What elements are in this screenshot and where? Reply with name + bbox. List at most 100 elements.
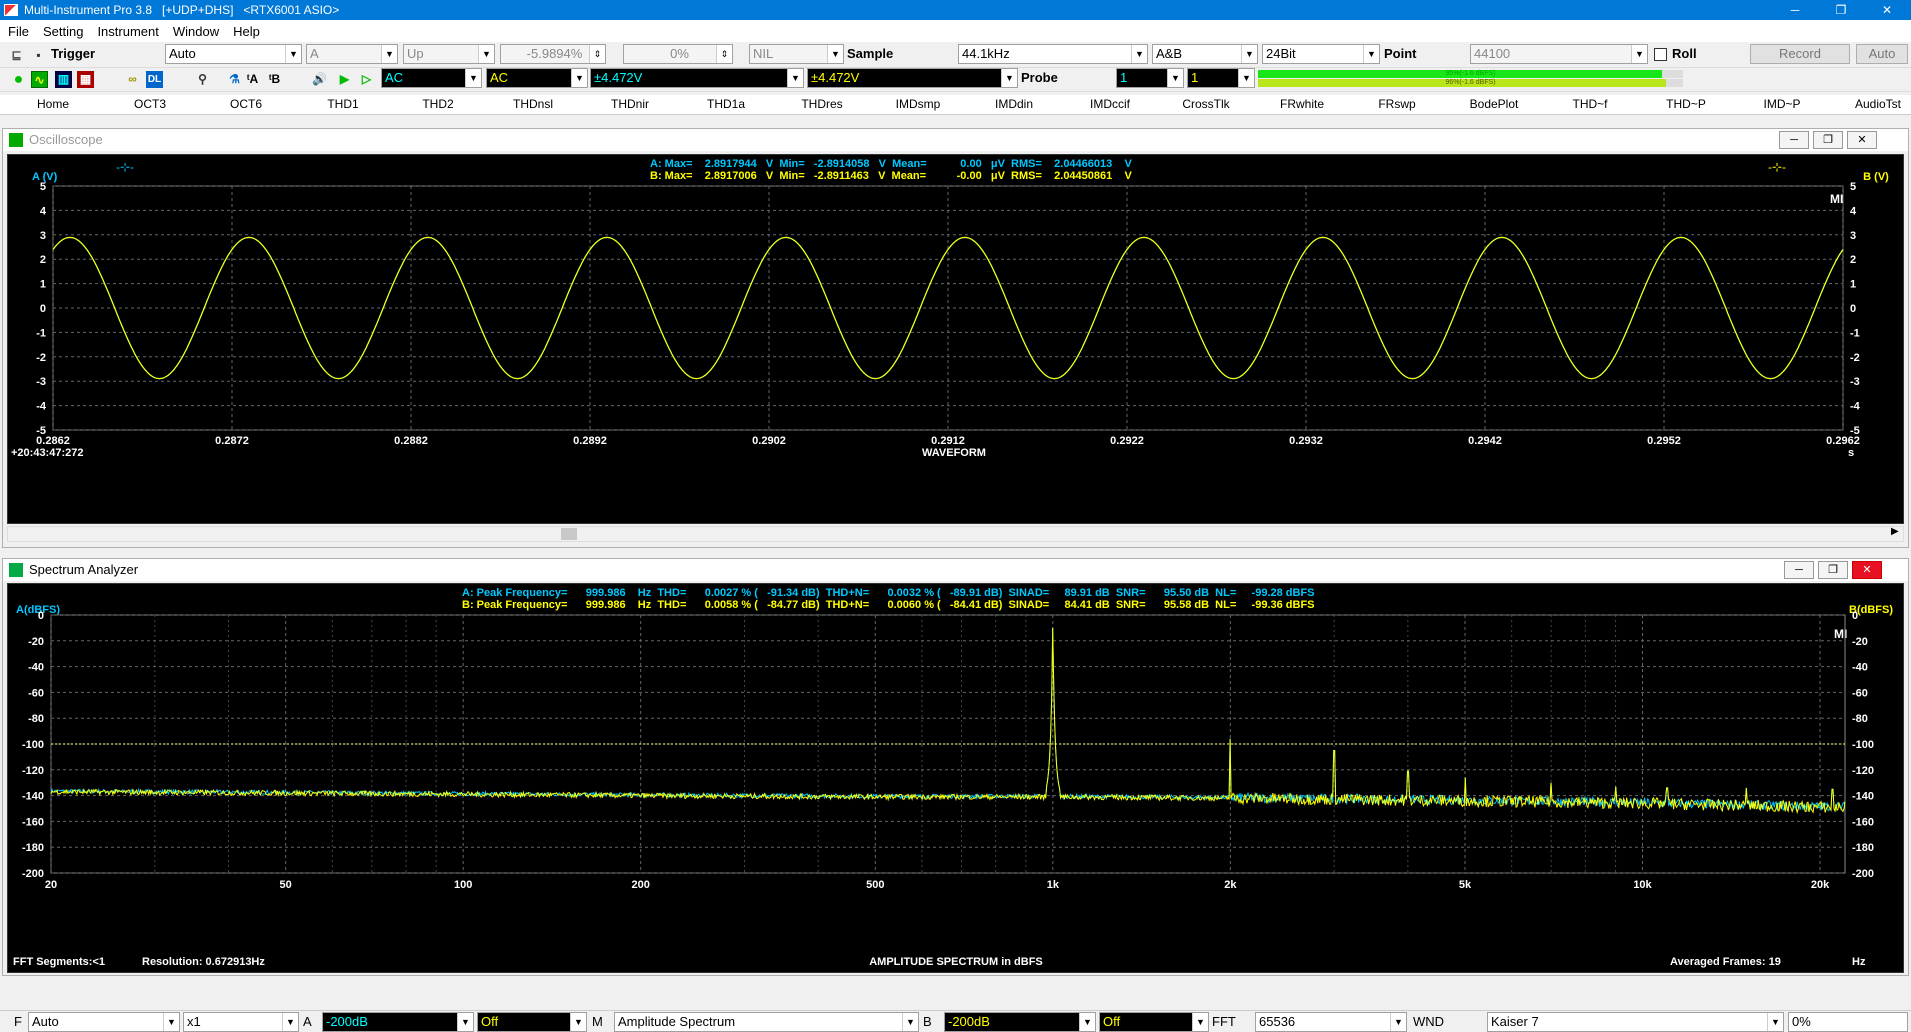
b-floor-select[interactable]: -200dB ▼ bbox=[944, 1012, 1096, 1032]
multimeter-icon[interactable]: ∞ bbox=[124, 71, 141, 88]
scroll-right-icon[interactable]: ▶ bbox=[1891, 526, 1899, 537]
channels-select[interactable]: A&B ▼ bbox=[1152, 44, 1258, 64]
tab-oct6[interactable]: OCT6 bbox=[230, 97, 262, 111]
play-icon[interactable]: ▶ bbox=[336, 71, 353, 88]
app-icon bbox=[4, 4, 18, 16]
range-a-select[interactable]: ±4.472V ▼ bbox=[590, 68, 804, 88]
tab-imd-p[interactable]: IMD~P bbox=[1763, 97, 1800, 111]
tab-frwhite[interactable]: FRwhite bbox=[1280, 97, 1324, 111]
data-logger-icon[interactable]: DL bbox=[146, 71, 163, 88]
trigger-level-spinner[interactable]: -5.9894% ⇕ bbox=[500, 44, 606, 64]
trigger-icon[interactable]: ⊑ bbox=[8, 47, 25, 64]
tab-bodeplot[interactable]: BodePlot bbox=[1470, 97, 1519, 111]
tab-frswp[interactable]: FRswp bbox=[1378, 97, 1415, 111]
tab-thdres[interactable]: THDres bbox=[801, 97, 842, 111]
minimize-button[interactable]: ─ bbox=[1772, 0, 1818, 20]
a-weighting-select[interactable]: Off ▼ bbox=[477, 1012, 587, 1032]
tab-thd1a[interactable]: THD1a bbox=[707, 97, 745, 111]
tab-home[interactable]: Home bbox=[37, 97, 69, 111]
maximize-button[interactable]: ❐ bbox=[1818, 0, 1864, 20]
panel-minimize-button[interactable]: ─ bbox=[1779, 131, 1809, 149]
fft-size-select[interactable]: 65536 ▼ bbox=[1255, 1012, 1407, 1032]
save-icon[interactable]: ▪ bbox=[30, 47, 47, 64]
b-weighting-select[interactable]: Off ▼ bbox=[1099, 1012, 1209, 1032]
tab-thd-f[interactable]: THD~f bbox=[1572, 97, 1607, 111]
multiplier-select[interactable]: x1 ▼ bbox=[183, 1012, 299, 1032]
osc-scroll-thumb[interactable] bbox=[561, 528, 577, 540]
oscilloscope-plot[interactable]: A: Max= 2.8917944 V Min= -2.8914058 V Me… bbox=[7, 154, 1904, 524]
spec-y-tick-a: -100 bbox=[22, 739, 44, 751]
spec-y-tick-b: -100 bbox=[1852, 739, 1874, 751]
tab-crosstlk[interactable]: CrossTlk bbox=[1182, 97, 1229, 111]
osc-y-tick-b: 4 bbox=[1850, 205, 1857, 217]
device-icon[interactable]: ⚗ bbox=[226, 71, 243, 88]
osc-horizontal-scrollbar[interactable]: ▶ bbox=[7, 526, 1904, 542]
panel-close-button[interactable]: ✕ bbox=[1847, 131, 1877, 149]
close-button[interactable]: ✕ bbox=[1864, 0, 1910, 20]
tab-imddin[interactable]: IMDdin bbox=[995, 97, 1033, 111]
probe-label: Probe bbox=[1021, 70, 1058, 85]
points-select[interactable]: 44100 ▼ bbox=[1470, 44, 1648, 64]
tab-thd-p[interactable]: THD~P bbox=[1666, 97, 1706, 111]
tab-oct3[interactable]: OCT3 bbox=[134, 97, 166, 111]
sample-rate-select[interactable]: 44.1kHz ▼ bbox=[958, 44, 1148, 64]
menu-setting[interactable]: Setting bbox=[43, 24, 83, 39]
coupling-b-select[interactable]: AC ▼ bbox=[486, 68, 588, 88]
menu-instrument[interactable]: Instrument bbox=[97, 24, 158, 39]
play-loop-icon[interactable]: ▷ bbox=[358, 71, 375, 88]
panel-restore-button[interactable]: ❐ bbox=[1813, 131, 1843, 149]
window-function-select[interactable]: Kaiser 7 ▼ bbox=[1487, 1012, 1784, 1032]
panel-restore-button[interactable]: ❐ bbox=[1818, 561, 1848, 579]
menu-file[interactable]: File bbox=[8, 24, 29, 39]
auto-button[interactable]: Auto bbox=[1856, 44, 1908, 64]
panel-minimize-button[interactable]: ─ bbox=[1784, 561, 1814, 579]
tab-imdsmp[interactable]: IMDsmp bbox=[896, 97, 941, 111]
tab-imdccif[interactable]: IMDccif bbox=[1090, 97, 1130, 111]
trigger-edge-select[interactable]: Up ▼ bbox=[403, 44, 495, 64]
fft-size-value: 65536 bbox=[1259, 1014, 1296, 1029]
osc-x-tick: 0.2942 bbox=[1468, 435, 1502, 447]
a-floor-select[interactable]: -200dB ▼ bbox=[322, 1012, 474, 1032]
window-title: Multi-Instrument Pro 3.8 [+UDP+DHS] <RTX… bbox=[24, 3, 340, 17]
mode-value: Amplitude Spectrum bbox=[618, 1014, 736, 1029]
spectrogram-icon[interactable]: ▦ bbox=[77, 71, 94, 88]
trigger-mode-select[interactable]: Auto ▼ bbox=[165, 44, 302, 64]
nil-select[interactable]: NIL ▼ bbox=[749, 44, 844, 64]
cursor-a-icon[interactable]: -⊹- bbox=[116, 160, 134, 174]
bits-select[interactable]: 24Bit ▼ bbox=[1262, 44, 1380, 64]
spectrum-icon[interactable]: ▥ bbox=[55, 71, 72, 88]
chevron-down-icon: ▼ bbox=[1238, 69, 1254, 87]
trigger-delay-spinner[interactable]: 0% ⇕ bbox=[623, 44, 733, 64]
osc-y-tick-b: 3 bbox=[1850, 230, 1856, 242]
tab-thd1[interactable]: THD1 bbox=[327, 97, 358, 111]
tab-thdnir[interactable]: THDnir bbox=[611, 97, 649, 111]
oscilloscope-icon[interactable]: ∿ bbox=[31, 71, 48, 88]
range-b-select[interactable]: ±4.472V ▼ bbox=[807, 68, 1018, 88]
cal-a-icon[interactable]: ᵗA bbox=[244, 71, 261, 88]
oscilloscope-icon bbox=[9, 133, 23, 147]
probe-b-select[interactable]: 1 ▼ bbox=[1187, 68, 1255, 88]
speaker-icon[interactable]: 🔊 bbox=[311, 71, 328, 88]
menu-help[interactable]: Help bbox=[233, 24, 260, 39]
coupling-a-select[interactable]: AC ▼ bbox=[381, 68, 482, 88]
probe-a-select[interactable]: 1 ▼ bbox=[1116, 68, 1184, 88]
tab-thd2[interactable]: THD2 bbox=[422, 97, 453, 111]
tab-thdnsl[interactable]: THDnsl bbox=[513, 97, 553, 111]
freq-axis-select[interactable]: Auto ▼ bbox=[28, 1012, 180, 1032]
dds-icon[interactable]: ⚲ bbox=[194, 71, 211, 88]
cal-b-icon[interactable]: ᵗB bbox=[266, 71, 283, 88]
run-indicator-icon[interactable]: ● bbox=[10, 71, 27, 88]
mode-select[interactable]: Amplitude Spectrum ▼ bbox=[614, 1012, 919, 1032]
spec-y-tick-a: -120 bbox=[22, 765, 44, 777]
menu-window[interactable]: Window bbox=[173, 24, 219, 39]
spectrum-plot[interactable]: A: Peak Frequency= 999.986 Hz THD= 0.002… bbox=[7, 583, 1904, 973]
tab-audiotst[interactable]: AudioTst bbox=[1855, 97, 1901, 111]
spec-y-tick-b: -160 bbox=[1852, 816, 1874, 828]
window-function-value: Kaiser 7 bbox=[1491, 1014, 1539, 1029]
trigger-source-select[interactable]: A ▼ bbox=[306, 44, 398, 64]
roll-checkbox[interactable] bbox=[1654, 48, 1667, 61]
overlap-select[interactable]: 0% bbox=[1788, 1012, 1908, 1032]
panel-close-button[interactable]: ✕ bbox=[1852, 561, 1882, 579]
record-button[interactable]: Record bbox=[1750, 44, 1850, 64]
cursor-b-icon[interactable]: -⊹- bbox=[1768, 160, 1786, 174]
